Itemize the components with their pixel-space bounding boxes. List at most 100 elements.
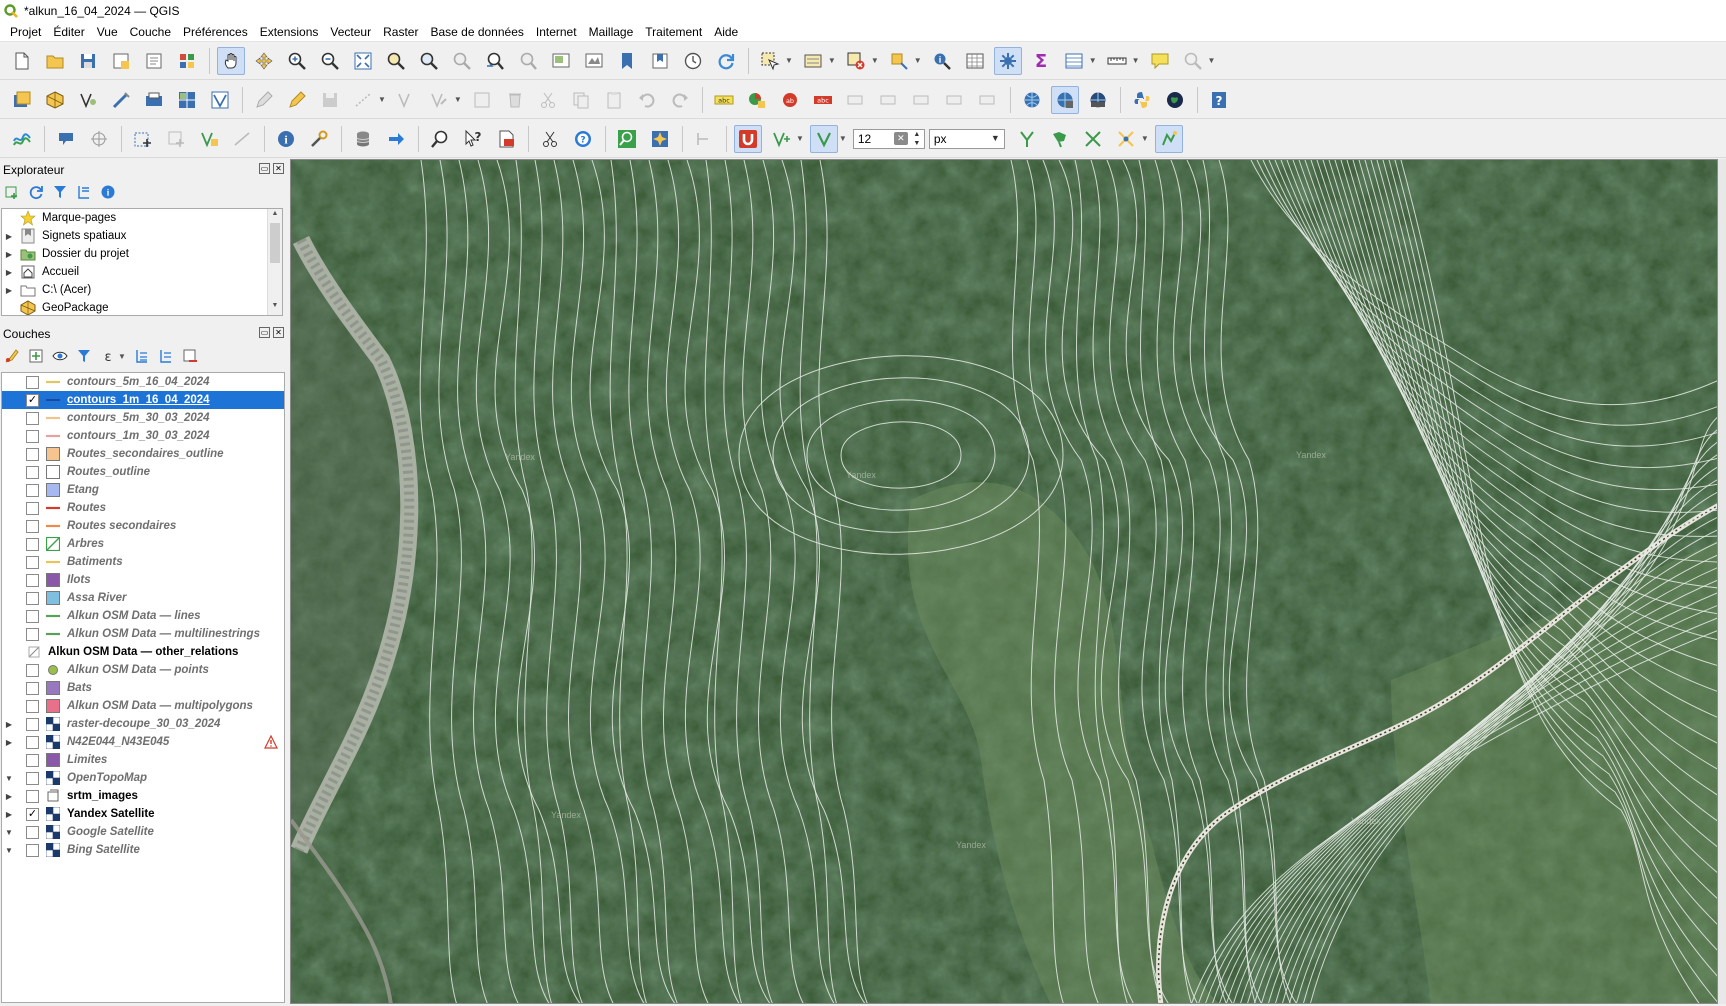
zoom-native-icon[interactable] bbox=[448, 47, 476, 75]
select-features-icon[interactable] bbox=[756, 47, 784, 75]
chevron-right-icon[interactable]: ▶ bbox=[2, 286, 16, 295]
menu-base-de-donnees[interactable]: Base de données bbox=[424, 22, 529, 42]
tools-icon[interactable] bbox=[305, 125, 333, 153]
add-vertex-icon[interactable] bbox=[195, 125, 223, 153]
browser-scrollbar[interactable]: ▲ ▼ bbox=[267, 209, 282, 315]
layer-visibility-checkbox[interactable] bbox=[26, 663, 39, 677]
properties-info-icon[interactable]: i bbox=[100, 184, 116, 200]
menu-aide[interactable]: Aide bbox=[708, 22, 744, 42]
layer-row[interactable]: Routes secondaires bbox=[2, 517, 284, 535]
chevron-right-icon[interactable]: ▶ bbox=[2, 232, 16, 241]
chevron-down-icon[interactable]: ▼ bbox=[2, 828, 16, 837]
menu-projet[interactable]: Projet bbox=[4, 22, 47, 42]
browser-item-geopackage[interactable]: GeoPackage bbox=[2, 299, 282, 315]
label-properties-icon[interactable] bbox=[974, 86, 1002, 114]
new-temporary-layer-icon[interactable] bbox=[107, 86, 135, 114]
expand-all-icon[interactable] bbox=[134, 348, 150, 364]
python-console-icon[interactable] bbox=[1128, 86, 1156, 114]
chevron-down-icon[interactable]: ▼ bbox=[828, 56, 836, 65]
menu-maillage[interactable]: Maillage bbox=[583, 22, 640, 42]
layer-visibility-checkbox[interactable] bbox=[26, 591, 39, 605]
split-features-icon[interactable] bbox=[536, 125, 564, 153]
wfs-layer-icon[interactable] bbox=[1050, 85, 1079, 114]
topology-editing-icon[interactable] bbox=[1013, 125, 1041, 153]
chevron-down-icon[interactable]: ▼ bbox=[785, 56, 793, 65]
help-icon[interactable]: ? bbox=[1205, 86, 1233, 114]
style-manager-icon[interactable] bbox=[173, 47, 201, 75]
label-rotate-icon[interactable] bbox=[908, 86, 936, 114]
add-group-icon[interactable] bbox=[28, 348, 44, 364]
layer-row[interactable]: Alkun OSM Data — multilinestrings bbox=[2, 625, 284, 643]
map-tips-icon[interactable] bbox=[1146, 47, 1174, 75]
browser-item-dossier-du-projet[interactable]: ▶ Dossier du projet bbox=[2, 245, 282, 263]
chevron-right-icon[interactable]: ▶ bbox=[2, 738, 16, 747]
browser-item-signets-spatiaux[interactable]: ▶ Signets spatiaux bbox=[2, 227, 282, 245]
filter-by-expression-icon[interactable]: ε bbox=[100, 348, 116, 364]
layer-visibility-checkbox[interactable] bbox=[26, 627, 39, 641]
zoom-to-layer-icon[interactable] bbox=[415, 47, 443, 75]
layer-row[interactable]: Ilots bbox=[2, 571, 284, 589]
locator-search-icon[interactable] bbox=[1179, 47, 1207, 75]
snapping-magnet-icon[interactable] bbox=[734, 124, 762, 153]
undo-icon[interactable] bbox=[633, 86, 661, 114]
arrow-right-icon[interactable] bbox=[382, 125, 410, 153]
chevron-down-icon[interactable]: ▼ bbox=[1141, 134, 1149, 143]
trace-icon[interactable] bbox=[690, 125, 718, 153]
menu-vecteur[interactable]: Vecteur bbox=[324, 22, 377, 42]
label-highlight-icon[interactable]: abc bbox=[809, 86, 837, 114]
layer-visibility-checkbox[interactable] bbox=[26, 717, 39, 731]
avoid-overlap-icon[interactable] bbox=[1046, 125, 1074, 153]
clear-icon[interactable]: ✕ bbox=[893, 131, 908, 145]
layer-visibility-checkbox[interactable] bbox=[26, 447, 39, 461]
coordinate-capture-icon[interactable] bbox=[85, 125, 113, 153]
float-panel-icon[interactable]: ▭ bbox=[259, 163, 270, 174]
new-project-icon[interactable] bbox=[8, 47, 36, 75]
chevron-down-icon[interactable]: ▼ bbox=[1132, 56, 1140, 65]
layer-row[interactable]: Bats bbox=[2, 679, 284, 697]
chevron-down-icon[interactable]: ▼ bbox=[2, 774, 16, 783]
pdf-export-icon[interactable] bbox=[492, 125, 520, 153]
layer-row[interactable]: Etang bbox=[2, 481, 284, 499]
layer-row[interactable]: ✓ contours_1m_16_04_2024 bbox=[2, 391, 284, 409]
help-circle-icon[interactable]: ? bbox=[569, 125, 597, 153]
chevron-down-icon[interactable]: ▼ bbox=[914, 56, 922, 65]
new-virtual-layer-icon[interactable] bbox=[140, 86, 168, 114]
layer-row[interactable]: contours_5m_30_03_2024 bbox=[2, 409, 284, 427]
select-by-value-icon[interactable] bbox=[799, 47, 827, 75]
close-icon[interactable]: ✕ bbox=[273, 327, 284, 338]
show-bookmarks-icon[interactable] bbox=[646, 47, 674, 75]
scroll-up-icon[interactable]: ▲ bbox=[268, 210, 282, 222]
label-move-icon[interactable] bbox=[842, 86, 870, 114]
snapping-vertex-icon[interactable] bbox=[809, 124, 838, 153]
layer-row[interactable]: contours_5m_16_04_2024 bbox=[2, 373, 284, 391]
redo-icon[interactable] bbox=[666, 86, 694, 114]
collapse-all-icon[interactable] bbox=[76, 184, 92, 200]
menu-couche[interactable]: Couche bbox=[124, 22, 177, 42]
layer-row[interactable]: ▼ OpenTopoMap bbox=[2, 769, 284, 787]
chevron-down-icon[interactable]: ▼ bbox=[796, 134, 804, 143]
layer-row[interactable]: Alkun OSM Data — other_relations bbox=[2, 643, 284, 661]
globe-plugin-icon[interactable] bbox=[1161, 86, 1189, 114]
scroll-down-icon[interactable]: ▼ bbox=[268, 302, 282, 314]
browser-item-accueil[interactable]: ▶ Accueil bbox=[2, 263, 282, 281]
filter-icon[interactable] bbox=[52, 184, 68, 200]
zoom-last-icon[interactable] bbox=[481, 47, 509, 75]
zoom-in-icon[interactable] bbox=[283, 47, 311, 75]
chevron-down-icon[interactable]: ▼ bbox=[1208, 56, 1216, 65]
zoom-next-icon[interactable] bbox=[514, 47, 542, 75]
layer-visibility-checkbox[interactable] bbox=[26, 573, 39, 587]
layer-row[interactable]: Alkun OSM Data — multipolygons bbox=[2, 697, 284, 715]
attribute-table-icon[interactable] bbox=[961, 47, 989, 75]
chevron-down-icon[interactable]: ▼ bbox=[871, 56, 879, 65]
browser-item-marque-pages[interactable]: Marque-pages bbox=[2, 209, 282, 227]
layer-row[interactable]: Arbres bbox=[2, 535, 284, 553]
layer-visibility-checkbox[interactable] bbox=[26, 609, 39, 623]
layer-visibility-checkbox[interactable] bbox=[26, 699, 39, 713]
layer-visibility-checkbox[interactable]: ✓ bbox=[26, 393, 39, 407]
layer-visibility-checkbox[interactable]: ✓ bbox=[26, 807, 39, 821]
menu-preferences[interactable]: Préférences bbox=[177, 22, 254, 42]
add-selected-layers-icon[interactable] bbox=[4, 184, 20, 200]
measure-line-icon[interactable] bbox=[1103, 47, 1131, 75]
whats-this-icon[interactable]: ? bbox=[459, 125, 487, 153]
new-bookmark-icon[interactable] bbox=[613, 47, 641, 75]
